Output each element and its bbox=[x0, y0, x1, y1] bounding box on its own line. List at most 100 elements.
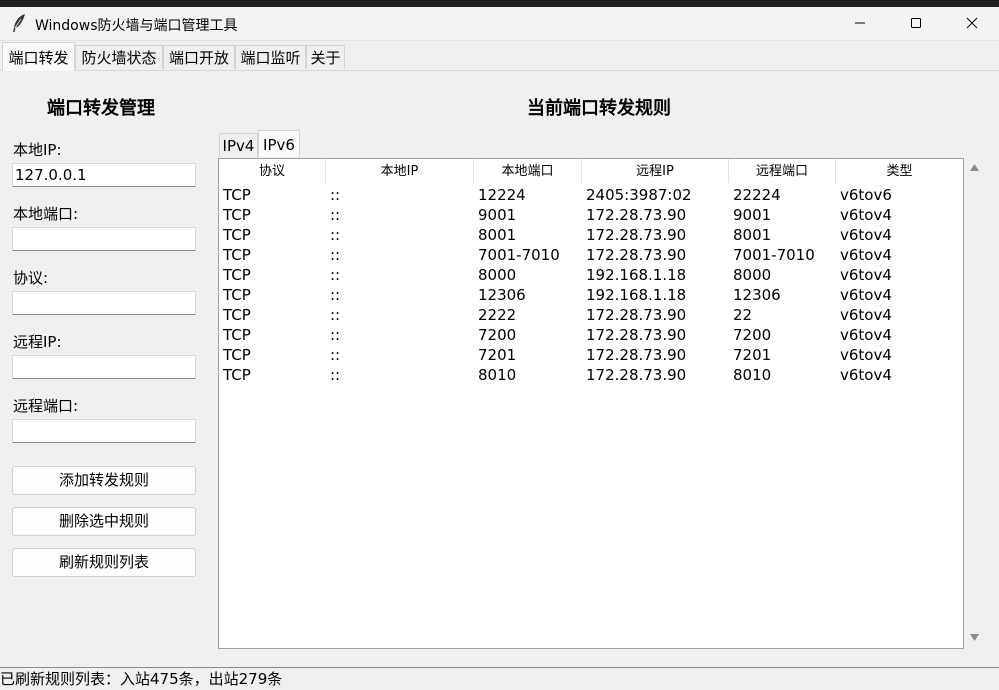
cell-type: v6tov4 bbox=[840, 286, 892, 304]
table-row[interactable]: TCP:: 7200 172.28.73.90 7200 v6tov4 bbox=[219, 325, 963, 345]
maximize-button[interactable] bbox=[893, 7, 939, 39]
cell-remote-ip: 172.28.73.90 bbox=[586, 226, 687, 244]
tab-firewall-status[interactable]: 防火墙状态 bbox=[75, 45, 163, 69]
table-row[interactable]: TCP:: 2222 172.28.73.90 22 v6tov4 bbox=[219, 305, 963, 325]
table-row[interactable]: TCP:: 7001-7010 172.28.73.90 7001-7010 v6tov… bbox=[219, 245, 963, 265]
cell-type: v6tov6 bbox=[840, 186, 892, 204]
table-header: 协议 本地IP 本地端口 远程IP 远程端口 类型 bbox=[219, 159, 963, 183]
cell-protocol: TCP bbox=[223, 226, 251, 244]
col-type[interactable]: 类型 bbox=[836, 159, 963, 183]
protocol-label: 协议: bbox=[13, 269, 49, 287]
cell-remote-ip: 192.168.1.18 bbox=[586, 286, 687, 304]
table-row[interactable]: TCP:: 7201 172.28.73.90 7201 v6tov4 bbox=[219, 345, 963, 365]
cell-type: v6tov4 bbox=[840, 226, 892, 244]
cell-type: v6tov4 bbox=[840, 326, 892, 344]
tab-about[interactable]: 关于 bbox=[306, 45, 345, 69]
remote-ip-label: 远程IP: bbox=[13, 333, 62, 351]
cell-local-port: 12306 bbox=[478, 286, 526, 304]
cell-remote-port: 8000 bbox=[733, 266, 772, 284]
cell-remote-ip: 172.28.73.90 bbox=[586, 246, 687, 264]
rules-table[interactable]: 协议 本地IP 本地端口 远程IP 远程端口 类型 TCP:: 12224 2405… bbox=[218, 158, 964, 649]
cell-local-ip: :: bbox=[330, 346, 341, 364]
col-local-port[interactable]: 本地端口 bbox=[474, 159, 582, 183]
cell-protocol: TCP bbox=[223, 246, 251, 264]
remote-ip-input[interactable] bbox=[12, 355, 196, 379]
col-remote-port[interactable]: 远程端口 bbox=[729, 159, 836, 183]
cell-remote-port: 7001-7010 bbox=[733, 246, 815, 264]
scroll-down-arrow-icon[interactable] bbox=[970, 634, 979, 641]
cell-remote-ip: 192.168.1.18 bbox=[586, 266, 687, 284]
cell-remote-ip: 172.28.73.90 bbox=[586, 366, 687, 384]
col-protocol[interactable]: 协议 bbox=[219, 159, 326, 183]
tab-port-open[interactable]: 端口开放 bbox=[163, 45, 235, 69]
cell-local-ip: :: bbox=[330, 186, 341, 204]
local-ip-input[interactable] bbox=[12, 163, 196, 187]
cell-local-port: 7201 bbox=[478, 346, 517, 364]
table-row[interactable]: TCP:: 12224 2405:3987:02 22224 v6tov6 bbox=[219, 185, 963, 205]
table-row[interactable]: TCP:: 8000 192.168.1.18 8000 v6tov4 bbox=[219, 265, 963, 285]
table-row[interactable]: TCP:: 8010 172.28.73.90 8010 v6tov4 bbox=[219, 365, 963, 385]
cell-protocol: TCP bbox=[223, 286, 251, 304]
table-row[interactable]: TCP:: 12306 192.168.1.18 12306 v6tov4 bbox=[219, 285, 963, 305]
table-scrollbar[interactable] bbox=[964, 158, 984, 649]
tab-port-listen[interactable]: 端口监听 bbox=[235, 45, 306, 69]
remote-port-label: 远程端口: bbox=[13, 397, 79, 415]
main-tabs: 端口转发 防火墙状态 端口开放 端口监听 关于 bbox=[0, 42, 999, 71]
cell-protocol: TCP bbox=[223, 206, 251, 224]
close-button[interactable] bbox=[949, 7, 995, 39]
col-remote-ip[interactable]: 远程IP bbox=[582, 159, 729, 183]
minimize-button[interactable] bbox=[837, 7, 883, 39]
left-panel-title: 端口转发管理 bbox=[47, 98, 155, 119]
col-local-ip[interactable]: 本地IP bbox=[326, 159, 474, 183]
close-icon bbox=[966, 17, 978, 29]
cell-remote-port: 7201 bbox=[733, 346, 772, 364]
cell-remote-port: 9001 bbox=[733, 206, 772, 224]
cell-local-port: 7001-7010 bbox=[478, 246, 560, 264]
cell-type: v6tov4 bbox=[840, 266, 892, 284]
cell-remote-ip: 172.28.73.90 bbox=[586, 206, 687, 224]
cell-local-port: 9001 bbox=[478, 206, 517, 224]
cell-local-port: 8010 bbox=[478, 366, 517, 384]
remote-port-input[interactable] bbox=[12, 419, 196, 443]
cell-protocol: TCP bbox=[223, 266, 251, 284]
cell-remote-port: 8001 bbox=[733, 226, 772, 244]
cell-remote-port: 8010 bbox=[733, 366, 772, 384]
cell-type: v6tov4 bbox=[840, 346, 892, 364]
cell-type: v6tov4 bbox=[840, 366, 892, 384]
cell-remote-port: 7200 bbox=[733, 326, 772, 344]
delete-rule-button[interactable]: 删除选中规则 bbox=[12, 507, 196, 536]
rules-title: 当前端口转发规则 bbox=[527, 98, 671, 119]
cell-remote-port: 12306 bbox=[733, 286, 781, 304]
table-row[interactable]: TCP:: 8001 172.28.73.90 8001 v6tov4 bbox=[219, 225, 963, 245]
local-port-input[interactable] bbox=[12, 227, 196, 251]
window-title: Windows防火墙与端口管理工具 bbox=[35, 18, 238, 34]
tab-ipv4[interactable]: IPv4 bbox=[219, 133, 258, 157]
cell-local-ip: :: bbox=[330, 226, 341, 244]
scroll-up-arrow-icon[interactable] bbox=[970, 164, 979, 171]
cell-remote-ip: 172.28.73.90 bbox=[586, 346, 687, 364]
cell-local-ip: :: bbox=[330, 326, 341, 344]
cell-local-port: 12224 bbox=[478, 186, 526, 204]
screen-top-strip bbox=[0, 0, 999, 7]
cell-remote-port: 22 bbox=[733, 306, 753, 324]
cell-local-ip: :: bbox=[330, 246, 341, 264]
cell-local-port: 8000 bbox=[478, 266, 517, 284]
cell-local-ip: :: bbox=[330, 366, 341, 384]
cell-protocol: TCP bbox=[223, 366, 251, 384]
cell-local-ip: :: bbox=[330, 286, 341, 304]
cell-protocol: TCP bbox=[223, 346, 251, 364]
local-ip-label: 本地IP: bbox=[13, 141, 62, 159]
refresh-rules-button[interactable]: 刷新规则列表 bbox=[12, 548, 196, 577]
cell-type: v6tov4 bbox=[840, 306, 892, 324]
tab-port-forward[interactable]: 端口转发 bbox=[2, 42, 75, 71]
protocol-input[interactable] bbox=[12, 291, 196, 315]
cell-local-ip: :: bbox=[330, 266, 341, 284]
cell-type: v6tov4 bbox=[840, 246, 892, 264]
local-port-label: 本地端口: bbox=[13, 205, 79, 223]
cell-local-port: 7200 bbox=[478, 326, 517, 344]
cell-remote-ip: 2405:3987:02 bbox=[586, 186, 692, 204]
maximize-icon bbox=[911, 18, 921, 28]
table-row[interactable]: TCP:: 9001 172.28.73.90 9001 v6tov4 bbox=[219, 205, 963, 225]
tab-ipv6[interactable]: IPv6 bbox=[258, 130, 300, 157]
add-rule-button[interactable]: 添加转发规则 bbox=[12, 466, 196, 495]
